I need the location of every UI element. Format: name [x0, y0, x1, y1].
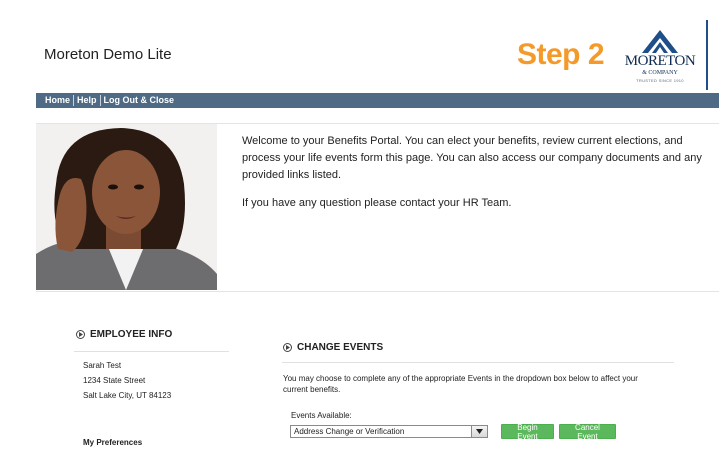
- employee-name: Sarah Test: [83, 361, 122, 370]
- nav-logout-link[interactable]: Log Out & Close: [101, 95, 178, 106]
- header-divider: [706, 20, 708, 90]
- chevron-down-icon[interactable]: [471, 426, 487, 437]
- nav-home-link[interactable]: Home: [42, 95, 75, 106]
- employee-street: 1234 State Street: [83, 376, 146, 385]
- cancel-event-button[interactable]: Cancel Event: [559, 423, 616, 441]
- change-events-description: You may choose to complete any of the ap…: [283, 374, 638, 394]
- welcome-panel: Welcome to your Benefits Portal. You can…: [36, 123, 719, 292]
- begin-event-button[interactable]: Begin Event: [501, 423, 554, 441]
- employee-portrait-image: [36, 124, 217, 290]
- events-select[interactable]: Address Change or Verification: [290, 425, 488, 438]
- my-preferences-heading[interactable]: My Preferences: [83, 438, 142, 447]
- welcome-message: Welcome to your Benefits Portal. You can…: [242, 135, 702, 181]
- employee-city: Salt Lake City, UT 84123: [83, 391, 172, 400]
- change-events-divider: [282, 362, 674, 363]
- step-label: Step 2: [517, 38, 605, 71]
- employee-info-divider: [74, 351, 229, 352]
- company-logo: MORETON & COMPANY TRUSTED SINCE 1910: [620, 26, 700, 88]
- change-events-heading-label: CHANGE EVENTS: [297, 342, 384, 353]
- logo-tagline: TRUSTED SINCE 1910: [636, 78, 684, 83]
- events-select-value: Address Change or Verification: [294, 427, 405, 436]
- events-available-label: Events Available:: [291, 411, 352, 420]
- logo-company: & COMPANY: [642, 70, 678, 76]
- play-circle-icon: [283, 343, 292, 352]
- logo-name: MORETON: [624, 53, 696, 69]
- mountain-logo-icon: [642, 30, 678, 53]
- employee-info-heading-label: EMPLOYEE INFO: [90, 329, 173, 340]
- app-title: Moreton Demo Lite: [44, 46, 172, 63]
- top-navbar: Home Help Log Out & Close: [36, 93, 719, 108]
- nav-help-link[interactable]: Help: [74, 95, 101, 106]
- employee-info-heading: EMPLOYEE INFO: [76, 329, 172, 340]
- change-events-heading: CHANGE EVENTS: [283, 342, 383, 353]
- play-circle-icon: [76, 330, 85, 339]
- contact-message: If you have any question please contact …: [242, 197, 512, 209]
